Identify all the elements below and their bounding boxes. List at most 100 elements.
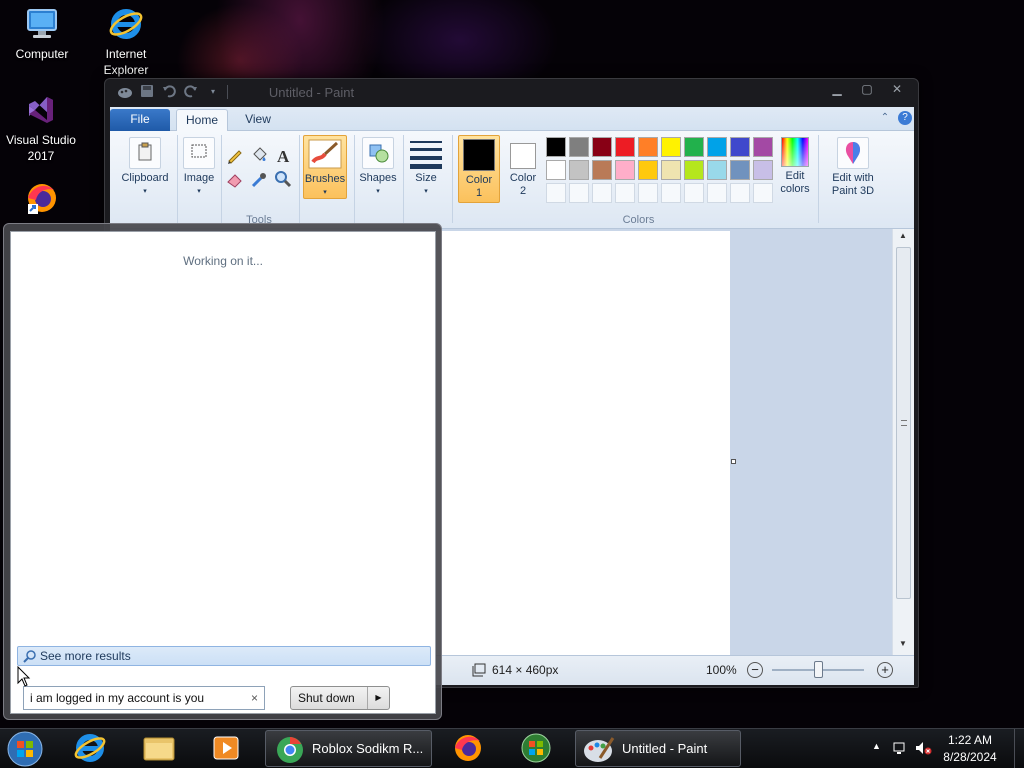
volume-muted-icon[interactable]	[914, 740, 932, 759]
show-desktop-button[interactable]	[1014, 729, 1024, 768]
ribbon-separator	[452, 135, 453, 223]
palette-swatch[interactable]	[592, 160, 612, 180]
color1-button[interactable]: Color 1	[458, 135, 500, 203]
palette-swatch-empty[interactable]	[753, 183, 773, 203]
magnifier-icon	[275, 171, 292, 188]
desktop: Computer Internet Explorer Visual Studio…	[0, 0, 1024, 728]
internet-explorer-icon	[108, 6, 144, 42]
shapes-button[interactable]: Shapes ▾	[357, 137, 399, 198]
palette-swatch[interactable]	[569, 137, 589, 157]
shutdown-button[interactable]: Shut down ▶	[290, 686, 390, 710]
palette-swatch[interactable]	[684, 137, 704, 157]
size-button[interactable]: Size ▾	[406, 137, 446, 198]
taskbar-firefox[interactable]	[446, 730, 492, 767]
minimize-ribbon-icon[interactable]: ⌃	[878, 111, 892, 125]
color1-label-number: 1	[475, 187, 483, 199]
palette-swatch-empty[interactable]	[684, 183, 704, 203]
scrollbar-thumb[interactable]	[896, 247, 911, 599]
edit-colors-button[interactable]: Edit colors	[776, 137, 814, 196]
start-search-input[interactable]: i am logged in my account is you ×	[23, 686, 265, 710]
image-button[interactable]: Image ▾	[180, 137, 218, 198]
color2-button[interactable]: Color 2	[504, 137, 542, 198]
palette-swatch[interactable]	[684, 160, 704, 180]
scroll-down-arrow-icon[interactable]: ▼	[893, 639, 913, 648]
help-icon[interactable]: ?	[898, 111, 912, 125]
taskbar-paint-window[interactable]: Untitled - Paint	[575, 730, 741, 767]
palette-swatch-empty[interactable]	[661, 183, 681, 203]
taskbar-internet-explorer[interactable]	[68, 730, 114, 767]
minimize-button[interactable]: ▁	[822, 79, 852, 99]
palette-swatch[interactable]	[546, 137, 566, 157]
network-icon[interactable]	[892, 740, 908, 759]
palette-swatch[interactable]	[638, 137, 658, 157]
desktop-icon-firefox[interactable]	[1, 180, 83, 220]
title-bar[interactable]: ▾ Untitled - Paint ▁ ▢ ✕	[105, 79, 918, 107]
palette-swatch[interactable]	[661, 137, 681, 157]
desktop-icon-internet-explorer[interactable]: Internet Explorer	[85, 6, 167, 78]
zoom-slider-thumb[interactable]	[814, 661, 823, 678]
palette-swatch[interactable]	[707, 137, 727, 157]
line-size-icon	[409, 137, 443, 169]
canvas-resize-handle[interactable]	[731, 459, 736, 464]
close-button[interactable]: ✕	[882, 79, 912, 99]
palette-swatch[interactable]	[569, 160, 589, 180]
taskbar-file-explorer[interactable]	[136, 730, 184, 767]
palette-swatch[interactable]	[661, 160, 681, 180]
window-title: Untitled - Paint	[268, 85, 355, 100]
see-more-results-link[interactable]: See more results	[17, 646, 431, 666]
palette-swatch-empty[interactable]	[592, 183, 612, 203]
text-tool[interactable]: A	[272, 145, 294, 167]
vertical-scrollbar[interactable]: ▲ ▼	[892, 229, 914, 655]
palette-swatch[interactable]	[638, 160, 658, 180]
taskbar-roblox-window[interactable]: Roblox Sodikm R...	[265, 730, 432, 767]
scroll-up-arrow-icon[interactable]: ▲	[893, 231, 913, 240]
tab-home[interactable]: Home	[176, 109, 228, 131]
palette-swatch[interactable]	[615, 137, 635, 157]
palette-swatch[interactable]	[753, 160, 773, 180]
chrome-icon	[277, 737, 303, 763]
palette-swatch-empty[interactable]	[546, 183, 566, 203]
palette-swatch[interactable]	[730, 137, 750, 157]
palette-swatch-empty[interactable]	[707, 183, 727, 203]
zoom-out-button[interactable]: −	[747, 662, 763, 678]
desktop-icon-visual-studio[interactable]: Visual Studio 2017	[0, 92, 82, 164]
brushes-button[interactable]: Brushes ▾	[303, 135, 347, 199]
palette-swatch-empty[interactable]	[730, 183, 750, 203]
shutdown-options-arrow-icon[interactable]: ▶	[367, 687, 389, 709]
desktop-icon-computer[interactable]: Computer	[1, 6, 83, 62]
color-picker-tool[interactable]	[248, 169, 270, 191]
eraser-tool[interactable]	[224, 169, 246, 191]
pencil-tool[interactable]	[224, 145, 246, 167]
tab-file[interactable]: File	[110, 109, 170, 131]
palette-swatch-empty[interactable]	[569, 183, 589, 203]
dropdown-arrow-icon: ▾	[376, 188, 380, 195]
edit-with-paint3d-button[interactable]: Edit with Paint 3D	[822, 137, 884, 198]
palette-swatch[interactable]	[730, 160, 750, 180]
palette-swatch[interactable]	[615, 160, 635, 180]
palette-swatch-empty[interactable]	[638, 183, 658, 203]
palette-swatch[interactable]	[707, 160, 727, 180]
magnifier-tool[interactable]	[272, 169, 294, 191]
fill-tool[interactable]	[248, 145, 270, 167]
zoom-in-button[interactable]: +	[877, 662, 893, 678]
system-clock[interactable]: 1:22 AM 8/28/2024	[938, 732, 1002, 766]
palette-swatch[interactable]	[546, 160, 566, 180]
brush-icon	[307, 138, 343, 170]
palette-swatch-empty[interactable]	[615, 183, 635, 203]
clear-search-icon[interactable]: ×	[251, 687, 258, 709]
tab-view[interactable]: View	[234, 109, 282, 131]
ribbon-separator	[177, 135, 178, 223]
palette-swatch[interactable]	[753, 137, 773, 157]
canvas-dimensions: 614 × 460px	[492, 663, 559, 677]
maximize-button[interactable]: ▢	[852, 79, 882, 99]
taskbar-media-player[interactable]	[204, 730, 250, 767]
show-hidden-icons-button[interactable]: ▲	[872, 741, 881, 751]
brushes-label: Brushes	[304, 173, 346, 185]
start-button[interactable]	[4, 730, 48, 767]
zoom-slider[interactable]	[772, 661, 864, 678]
taskbar-windows-update[interactable]	[514, 730, 560, 767]
ribbon-separator	[818, 135, 819, 223]
search-results-panel: Working on it... See more results i am l…	[10, 231, 436, 714]
clipboard-button[interactable]: Clipboard ▾	[116, 137, 174, 198]
palette-swatch[interactable]	[592, 137, 612, 157]
